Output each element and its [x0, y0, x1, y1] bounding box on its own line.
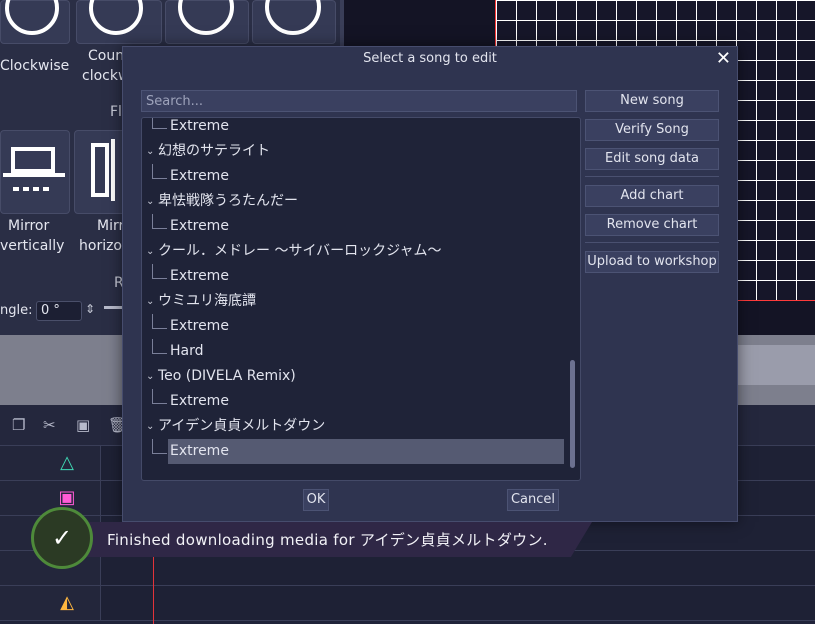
- mirror-vertically-label-line1: Mirror: [8, 218, 50, 234]
- tree-item-song[interactable]: ⌄ アイデン貞貞メルトダウン: [142, 414, 568, 439]
- tree-item-song[interactable]: ⌄ 卑怯戦隊うろたんだー: [142, 189, 568, 214]
- tree-item-label: 幻想のサテライト: [158, 143, 270, 159]
- rotate-counterclockwise-icon: [89, 0, 143, 35]
- square-note-icon: ▣: [58, 487, 76, 508]
- scale-out-icon: [265, 0, 321, 35]
- add-chart-button[interactable]: Add chart: [585, 185, 719, 207]
- angle-input[interactable]: 0 °: [36, 301, 82, 321]
- chevron-down-icon[interactable]: ⌄: [146, 139, 154, 164]
- rotate-clockwise-icon: [5, 0, 59, 35]
- close-icon[interactable]: ✕: [716, 47, 731, 71]
- chevron-down-icon[interactable]: ⌄: [146, 289, 154, 314]
- chevron-down-icon[interactable]: ⌄: [146, 414, 154, 439]
- angle-label: ngle:: [0, 303, 33, 318]
- rotate-counterclockwise-button[interactable]: [76, 0, 162, 44]
- angle-slider[interactable]: [104, 306, 122, 309]
- tree-item-chart[interactable]: Extreme: [142, 389, 568, 414]
- song-tree: Extreme ⌄ 幻想のサテライト Extreme ⌄ 卑怯戦隊うろたんだー Ex…: [141, 117, 581, 481]
- paste-icon[interactable]: ▣: [76, 416, 90, 434]
- tree-item-chart[interactable]: Extreme: [142, 264, 568, 289]
- ok-button[interactable]: OK: [303, 489, 329, 511]
- tree-item-label: Extreme: [170, 443, 229, 459]
- mirror-horizontally-label-line1: Mirr: [97, 218, 125, 234]
- tree-item-chart[interactable]: Extreme: [142, 214, 568, 239]
- toast-message: Finished downloading media for アイデン貞貞メルト…: [107, 531, 548, 549]
- upload-to-workshop-button[interactable]: Upload to workshop: [585, 251, 719, 273]
- tree-item-label: アイデン貞貞メルトダウン: [158, 418, 326, 434]
- angle-spinner-icon[interactable]: ⇕: [85, 302, 95, 316]
- remove-chart-button[interactable]: Remove chart: [585, 214, 719, 236]
- separator: [585, 176, 719, 177]
- copy-icon[interactable]: ❐: [12, 416, 25, 434]
- tree-branch-line: [152, 439, 167, 454]
- cut-icon[interactable]: ✂: [43, 416, 56, 434]
- mirror-vertical-icon: [3, 147, 65, 191]
- separator: [585, 242, 719, 243]
- scale-in-icon: [178, 0, 234, 35]
- tree-item-chart-selected[interactable]: Extreme: [168, 439, 564, 464]
- tree-item-song[interactable]: ⌄ Teo (DIVELA Remix): [142, 364, 568, 389]
- track-header: [0, 586, 101, 620]
- tree-item-song[interactable]: ⌄ 幻想のサテライト: [142, 139, 568, 164]
- scale-in-button[interactable]: [165, 0, 249, 44]
- tree-item-chart[interactable]: Extreme: [142, 314, 568, 339]
- tree-item-song[interactable]: ⌄ ウミユリ海底譚: [142, 289, 568, 314]
- chevron-down-icon[interactable]: ⌄: [146, 239, 154, 264]
- tree-item-label: Extreme: [170, 268, 229, 284]
- tree-item-label: Hard: [170, 343, 204, 359]
- tree-item-song[interactable]: ⌄ クール．メドレー ～サイバーロックジャム～: [142, 239, 568, 264]
- waveform-segment: [738, 345, 815, 385]
- tree-item-label: ウミユリ海底譚: [158, 293, 256, 309]
- search-input[interactable]: [141, 90, 577, 112]
- triangle-note-icon: △: [60, 452, 74, 473]
- tree-item-chart[interactable]: Hard: [142, 339, 568, 364]
- timeline-track-slide: [0, 586, 815, 621]
- tree-item-chart[interactable]: Extreme: [142, 118, 568, 139]
- tree-item-label: クール．メドレー ～サイバーロックジャム～: [158, 243, 442, 259]
- cancel-button[interactable]: Cancel: [507, 489, 559, 511]
- rotate-clockwise-button[interactable]: [0, 0, 70, 44]
- edit-song-data-button[interactable]: Edit song data: [585, 148, 719, 170]
- tree-scrollbar[interactable]: [570, 360, 575, 468]
- dialog-title: Select a song to edit: [363, 51, 497, 66]
- tree-item-label: Extreme: [170, 218, 229, 234]
- chevron-down-icon[interactable]: ⌄: [146, 189, 154, 214]
- tree-item-label: Teo (DIVELA Remix): [158, 368, 296, 384]
- new-song-button[interactable]: New song: [585, 90, 719, 112]
- panel-divider: [340, 0, 344, 48]
- chevron-down-icon[interactable]: ⌄: [146, 364, 154, 389]
- verify-song-button[interactable]: Verify Song: [585, 119, 719, 141]
- slide-note-icon: ◭: [60, 592, 74, 613]
- tree-item-label: Extreme: [170, 393, 229, 409]
- track-header: [0, 446, 101, 480]
- tree-item-label: Extreme: [170, 168, 229, 184]
- tree-item-label: Extreme: [170, 118, 229, 134]
- scale-out-button[interactable]: [252, 0, 336, 44]
- check-icon: ✓: [31, 507, 93, 569]
- clockwise-label: Clockwise: [0, 58, 70, 74]
- tree-item-label: Extreme: [170, 318, 229, 334]
- select-song-dialog: Select a song to edit ✕ Extreme ⌄幻想のサテライ…: [122, 46, 738, 522]
- tree-item-label: 卑怯戦隊うろたんだー: [158, 193, 298, 209]
- tree-item-chart[interactable]: Extreme: [142, 164, 568, 189]
- mirror-vertically-button[interactable]: [0, 130, 70, 214]
- mirror-vertically-label-line2: vertically: [0, 238, 65, 254]
